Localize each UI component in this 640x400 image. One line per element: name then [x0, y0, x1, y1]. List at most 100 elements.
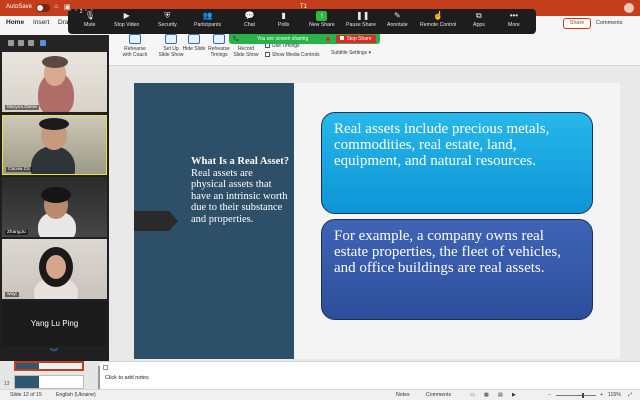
autosave-toggle[interactable] — [36, 4, 50, 12]
zoom-toolbar: 🎙 Mute ⌃ ▶ Stop Video ⌃ ⛨ Security 👥 Partici… — [68, 9, 536, 34]
checkbox-icon — [265, 52, 270, 57]
autosave-label: AutoSave — [6, 4, 33, 10]
share-screen-icon: ↑ — [316, 11, 328, 21]
video-panel-toolbar — [0, 35, 109, 51]
language-status[interactable]: English (Ukraine) — [56, 392, 96, 398]
participant-count: 2 — [79, 9, 83, 15]
participant-body — [31, 146, 75, 174]
shield-icon: ⛨ — [164, 11, 171, 20]
chevron-down-icon[interactable]: ︾ — [50, 347, 58, 358]
reading-view-icon[interactable]: ▤ — [498, 392, 503, 398]
video-camera-icon: ▶ — [123, 11, 130, 20]
normal-view-icon[interactable]: ▭ — [470, 392, 475, 398]
apps-icon: ⧉ — [476, 11, 482, 20]
thumbnail-slide-12[interactable] — [14, 361, 84, 371]
security-button[interactable]: ⛨ Security — [158, 11, 177, 28]
setup-icon — [165, 34, 177, 44]
chat-button[interactable]: 💬 Chat — [244, 11, 255, 28]
participant-video-panel: Maryna Dielini Своэм Cs ZhangJu wuyi Yan… — [0, 35, 109, 361]
participant-name: Своэм Cs — [6, 167, 32, 172]
arrow-shape — [134, 211, 178, 231]
annotate-button[interactable]: ✎ Annotate — [387, 11, 408, 28]
notes-toggle[interactable]: Notes — [396, 392, 410, 398]
participant-hair — [42, 56, 68, 68]
comments-toggle[interactable]: Comments — [426, 392, 451, 398]
participant-tile[interactable]: Maryna Dielini — [2, 52, 107, 112]
notes-placeholder: Click to add notes — [105, 375, 149, 381]
participant-name: Yang Lu Ping — [30, 319, 79, 328]
notes-grip-icon[interactable] — [103, 365, 108, 370]
zoom-slider[interactable] — [556, 393, 596, 398]
video-options-caret[interactable]: ⌃ — [74, 9, 78, 15]
apps-button[interactable]: ⧉ Apps — [473, 11, 485, 28]
slide-thumbnails: 13 — [0, 361, 109, 389]
info-box-top[interactable]: Real assets include precious metals, com… — [321, 112, 593, 214]
more-icon: ••• — [509, 11, 519, 20]
share-label: Share — [569, 20, 585, 26]
tab-insert[interactable]: Insert — [33, 19, 49, 26]
remote-control-icon: ☝ — [433, 11, 444, 20]
participant-name: wuyi — [5, 292, 19, 297]
subtitle-settings-dropdown[interactable]: Subtitle Settings ▾ — [331, 50, 371, 56]
polls-icon: ▮ — [281, 11, 286, 20]
coach-icon — [129, 34, 141, 44]
status-bar: Slide 12 of 15 English (Ukraine) Notes C… — [0, 389, 640, 400]
grid-icon[interactable] — [40, 40, 46, 46]
home-icon[interactable]: ⌂ — [54, 3, 58, 10]
pause-share-button[interactable]: ❚❚ Pause Share — [346, 11, 376, 28]
rehearse-with-coach-button[interactable]: Rehearse with Coach — [122, 34, 148, 58]
gallery-icon[interactable] — [28, 40, 34, 46]
zoom-out-icon[interactable]: − — [548, 392, 551, 398]
microphone-icon: 🎙 — [84, 11, 95, 20]
participant-name: Maryna Dielini — [5, 105, 40, 110]
slide-body: Real assets are physical assets that hav… — [191, 167, 288, 225]
participants-button[interactable]: 👥 Participants — [194, 11, 221, 28]
slide-left-text[interactable]: What Is a Real Asset? Real assets are ph… — [191, 156, 289, 225]
layout-icon[interactable] — [18, 40, 24, 46]
remote-control-button[interactable]: ☝ Remote Control — [420, 11, 456, 28]
polls-button[interactable]: ▮ Polls — [278, 11, 289, 28]
hide-slide-icon — [188, 34, 200, 44]
participants-icon: 👥 — [202, 11, 213, 20]
notes-pane[interactable]: Click to add notes — [100, 361, 640, 389]
participant-tile-no-video[interactable]: Yang Lu Ping — [2, 301, 107, 346]
slide-sorter-icon[interactable]: ▦ — [484, 392, 489, 398]
mute-button[interactable]: 🎙 Mute — [84, 11, 96, 28]
pencil-icon: ✎ — [394, 11, 401, 20]
pause-icon: ❚❚ — [356, 11, 370, 20]
tab-home[interactable]: Home — [6, 19, 24, 26]
stop-video-button[interactable]: ▶ Stop Video — [114, 11, 139, 28]
phone-icon: 📞 — [233, 36, 240, 42]
slide-info: Slide 12 of 15 — [10, 392, 42, 398]
participant-tile-active-speaker[interactable]: Своэм Cs — [2, 115, 107, 175]
zoom-level[interactable]: 115% — [608, 392, 621, 398]
fit-slide-icon[interactable]: ⤢ — [628, 392, 632, 399]
stop-icon — [340, 36, 345, 40]
slide-canvas[interactable]: What Is a Real Asset? Real assets are ph… — [134, 83, 620, 359]
hide-slide-button[interactable]: Hide Slide — [181, 34, 207, 52]
share-button[interactable]: Share — [563, 18, 591, 29]
participant-name: ZhangJu — [5, 230, 28, 235]
participant-tile[interactable]: wuyi — [2, 239, 107, 299]
comments-label: Comments — [596, 20, 623, 26]
participant-hair — [39, 118, 69, 130]
show-media-controls-checkbox[interactable]: Show Media Controls — [265, 52, 320, 58]
recording-dot-icon — [326, 37, 330, 41]
info-box-bottom[interactable]: For example, a company owns real estate … — [321, 219, 593, 320]
mute-options-caret[interactable]: ⌃ — [68, 9, 72, 15]
slide-heading: What Is a Real Asset? — [191, 156, 290, 167]
zoom-in-icon[interactable]: + — [600, 392, 603, 398]
new-share-button[interactable]: ↑ New Share — [309, 11, 335, 28]
thumbnail-number: 13 — [4, 381, 10, 387]
more-button[interactable]: ••• More — [508, 11, 520, 28]
screen-sharing-message: You are screen sharing — [257, 36, 309, 42]
slideshow-icon[interactable]: ▶ — [512, 392, 516, 398]
participant-hair — [41, 187, 71, 203]
participant-tile[interactable]: ZhangJu — [2, 177, 107, 237]
stop-share-button[interactable]: Stop Share — [336, 35, 376, 43]
chat-icon: 💬 — [244, 11, 255, 20]
comments-button[interactable]: Comments — [596, 18, 623, 29]
minimize-icon[interactable] — [8, 40, 14, 46]
user-avatar[interactable] — [624, 3, 634, 13]
thumbnail-slide-13[interactable] — [14, 375, 84, 389]
